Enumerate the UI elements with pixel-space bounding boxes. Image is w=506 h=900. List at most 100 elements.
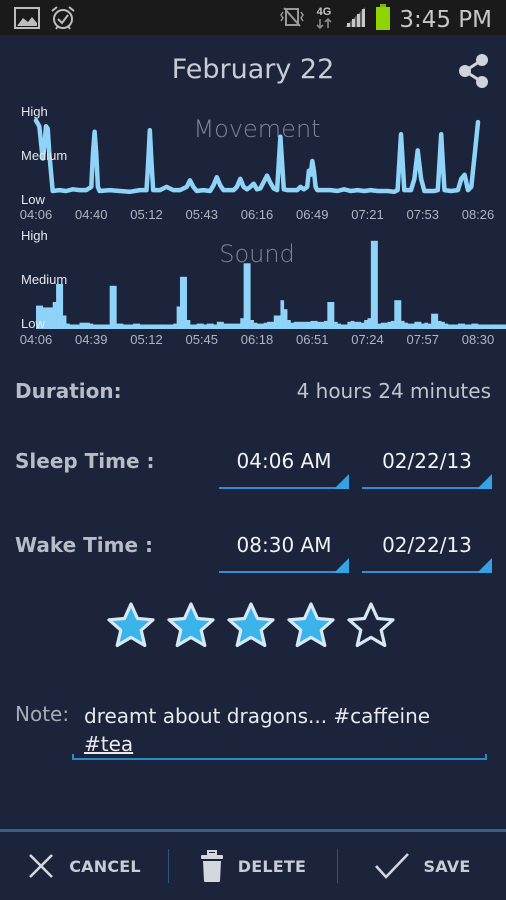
sound-bar — [313, 320, 318, 329]
sound-bar — [179, 276, 184, 329]
sound-bar — [163, 324, 167, 329]
movement-y-label-low: Low — [21, 192, 45, 207]
movement-x-tick: 07:53 — [406, 207, 439, 222]
sound-y-label-low: Low — [21, 316, 45, 331]
movement-x-tick: 08:26 — [462, 207, 495, 222]
sound-bar — [457, 323, 462, 329]
sound-x-tick: 05:45 — [185, 332, 218, 347]
movement-x-tick: 05:43 — [185, 207, 218, 222]
sound-bar — [334, 321, 338, 329]
sound-bar — [461, 323, 465, 329]
sound-bar — [230, 323, 234, 329]
note-input[interactable]: dreamt about dragons... #caffeine #tea — [72, 700, 487, 760]
sound-bar — [287, 320, 291, 329]
sound-bar — [106, 324, 110, 329]
movement-x-tick: 04:40 — [75, 207, 108, 222]
star-empty-icon[interactable] — [345, 600, 397, 652]
sound-x-tick: 07:24 — [351, 332, 384, 347]
sound-bar — [471, 323, 475, 329]
sound-bar — [417, 321, 422, 329]
sound-bar — [407, 323, 412, 329]
sound-bar — [109, 285, 114, 329]
star-filled-icon[interactable] — [105, 600, 157, 652]
share-icon — [459, 54, 488, 88]
sound-bar — [414, 321, 419, 329]
movement-x-tick: 04:06 — [20, 207, 53, 222]
sound-bar — [96, 324, 100, 329]
wake-time-picker[interactable]: 08:30 AM — [219, 527, 349, 573]
sleep-time-label: Sleep Time : — [15, 449, 155, 473]
sound-x-tick: 08:30 — [462, 332, 495, 347]
sound-bar — [136, 323, 141, 329]
wake-time-underline — [219, 571, 349, 573]
movement-y-label-high: High — [21, 104, 48, 119]
sound-bar — [92, 324, 97, 329]
sound-bar — [159, 324, 164, 329]
movement-chart: Movement High Medium Low 04:06 04:40 05:12… — [0, 100, 506, 225]
sound-bar — [89, 323, 94, 329]
sleep-date-picker[interactable]: 02/22/13 — [362, 443, 492, 489]
share-button[interactable] — [454, 51, 494, 91]
sound-bar — [370, 240, 375, 329]
sound-bar — [464, 324, 469, 329]
sound-bar — [260, 323, 264, 329]
sound-bar — [76, 324, 80, 329]
dropdown-corner-icon — [334, 474, 349, 489]
sound-chart-title: Sound — [219, 240, 295, 268]
sound-bar — [454, 324, 459, 329]
sound-x-tick: 04:39 — [75, 332, 108, 347]
duration-label: Duration: — [15, 379, 122, 403]
sound-bar — [451, 324, 455, 329]
sound-bar — [72, 324, 77, 329]
sound-bar — [243, 263, 248, 329]
sound-bar — [280, 300, 285, 329]
4g-data-icon: 4G — [313, 3, 335, 36]
star-filled-icon[interactable] — [165, 600, 217, 652]
sound-bar — [129, 324, 134, 329]
save-label: SAVE — [423, 856, 471, 876]
save-button[interactable]: SAVE — [338, 832, 506, 900]
sound-bar — [66, 323, 70, 329]
trash-icon — [200, 850, 223, 882]
sound-bar — [59, 284, 64, 329]
page-title: February 22 — [171, 54, 335, 85]
rating-stars[interactable] — [105, 600, 397, 652]
sound-bar — [226, 323, 231, 329]
delete-button[interactable]: DELETE — [169, 832, 337, 900]
note-underline — [72, 758, 487, 760]
sound-bar — [300, 321, 305, 329]
sound-bar — [46, 307, 50, 329]
star-filled-icon[interactable] — [225, 600, 277, 652]
duration-value: 4 hours 24 minutes — [296, 379, 491, 403]
sound-y-label-medium: Medium — [21, 272, 67, 287]
sound-bar — [387, 321, 392, 329]
network-type-label: 4G — [317, 6, 332, 18]
sound-bar — [79, 322, 84, 329]
sound-bar — [56, 284, 60, 329]
sound-bar — [494, 324, 499, 329]
sound-bar — [233, 323, 238, 329]
action-bar: CANCEL DELETE SAVE — [0, 832, 506, 900]
delete-label: DELETE — [237, 856, 307, 876]
sound-bar — [196, 323, 201, 329]
sound-chart: Sound High Medium Low 04:06 04:39 05:12 05:… — [0, 225, 506, 350]
sound-bar — [240, 318, 244, 329]
note-underline-tick — [72, 754, 74, 760]
sound-bar — [173, 323, 177, 329]
sleep-time-picker[interactable]: 04:06 AM — [219, 443, 349, 489]
wake-date-underline — [362, 571, 492, 573]
sound-bar — [203, 324, 208, 329]
sound-bar — [377, 323, 382, 329]
sound-bar — [421, 323, 425, 329]
sound-bar — [113, 285, 117, 329]
sound-bar — [354, 321, 358, 329]
sound-bar — [183, 276, 187, 329]
sound-bar — [236, 323, 241, 329]
star-filled-icon[interactable] — [285, 600, 337, 652]
wake-date-picker[interactable]: 02/22/13 — [362, 527, 492, 573]
wake-time-value: 08:30 AM — [236, 533, 332, 557]
sound-bar — [49, 307, 54, 329]
sound-bar — [374, 240, 378, 329]
cancel-button[interactable]: CANCEL — [0, 832, 168, 900]
sound-bar — [380, 322, 385, 329]
